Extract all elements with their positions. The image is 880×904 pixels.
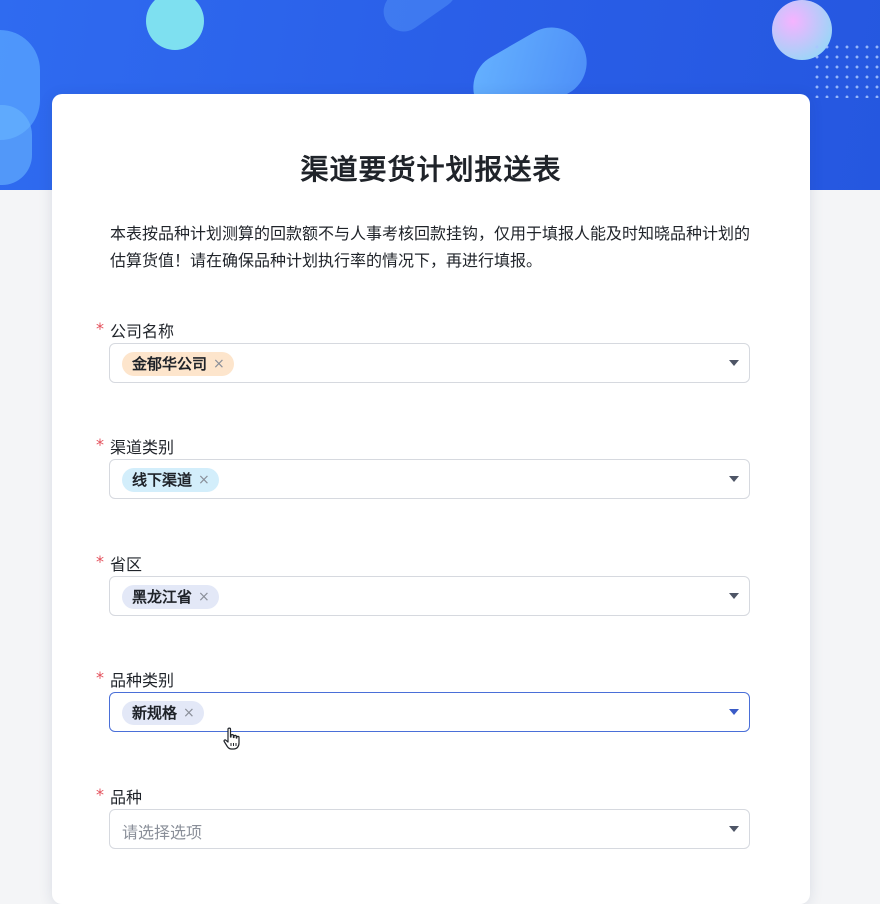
selected-tag: 线下渠道 ×	[122, 468, 219, 492]
tag-label: 新规格	[132, 704, 178, 722]
selected-tag: 金郁华公司 ×	[122, 352, 234, 376]
field-channel-type: * 渠道类别 线下渠道 ×	[96, 434, 752, 499]
required-mark: *	[96, 785, 104, 804]
channel-type-select[interactable]: 线下渠道 ×	[109, 459, 750, 499]
field-variety: * 品种 请选择选项	[96, 784, 752, 849]
tag-label: 线下渠道	[132, 471, 193, 489]
form-description: 本表按品种计划测算的回款额不与人事考核回款挂钩，仅用于填报人能及时知晓品种计划的…	[110, 224, 751, 270]
company-select[interactable]: 金郁华公司 ×	[109, 343, 750, 383]
field-label: 省区	[110, 555, 143, 574]
selected-tag: 黑龙江省 ×	[122, 585, 219, 609]
field-label: 公司名称	[110, 322, 175, 341]
decor-pill	[375, 0, 465, 40]
caret-down-icon[interactable]	[729, 826, 739, 832]
tag-label: 金郁华公司	[132, 355, 208, 373]
decor-dots	[812, 42, 880, 98]
caret-down-icon[interactable]	[729, 476, 739, 482]
field-label: 品种类别	[110, 671, 175, 690]
field-variety-category: * 品种类别 新规格 ×	[96, 667, 752, 732]
caret-down-icon[interactable]	[729, 593, 739, 599]
caret-down-icon[interactable]	[729, 709, 739, 715]
field-province: * 省区 黑龙江省 ×	[96, 551, 752, 616]
province-select[interactable]: 黑龙江省 ×	[109, 576, 750, 616]
select-placeholder: 请选择选项	[122, 823, 203, 842]
variety-select[interactable]: 请选择选项	[109, 809, 750, 849]
close-icon[interactable]: ×	[198, 468, 210, 492]
close-icon[interactable]: ×	[183, 701, 195, 725]
required-mark: *	[96, 552, 104, 571]
field-company: * 公司名称 金郁华公司 ×	[96, 318, 752, 383]
tag-label: 黑龙江省	[132, 588, 193, 606]
close-icon[interactable]: ×	[213, 352, 225, 376]
form-title: 渠道要货计划报送表	[300, 153, 562, 186]
form-card: 渠道要货计划报送表 本表按品种计划测算的回款额不与人事考核回款挂钩，仅用于填报人…	[52, 94, 810, 904]
required-mark: *	[96, 319, 104, 338]
close-icon[interactable]: ×	[198, 585, 210, 609]
selected-tag: 新规格 ×	[122, 701, 204, 725]
variety-category-select[interactable]: 新规格 ×	[109, 692, 750, 732]
field-label: 渠道类别	[110, 438, 175, 457]
hand-pointer-icon	[223, 727, 240, 750]
required-mark: *	[96, 668, 104, 687]
field-label: 品种	[110, 788, 143, 807]
required-mark: *	[96, 435, 104, 454]
caret-down-icon[interactable]	[729, 360, 739, 366]
decor-circle	[146, 0, 204, 50]
